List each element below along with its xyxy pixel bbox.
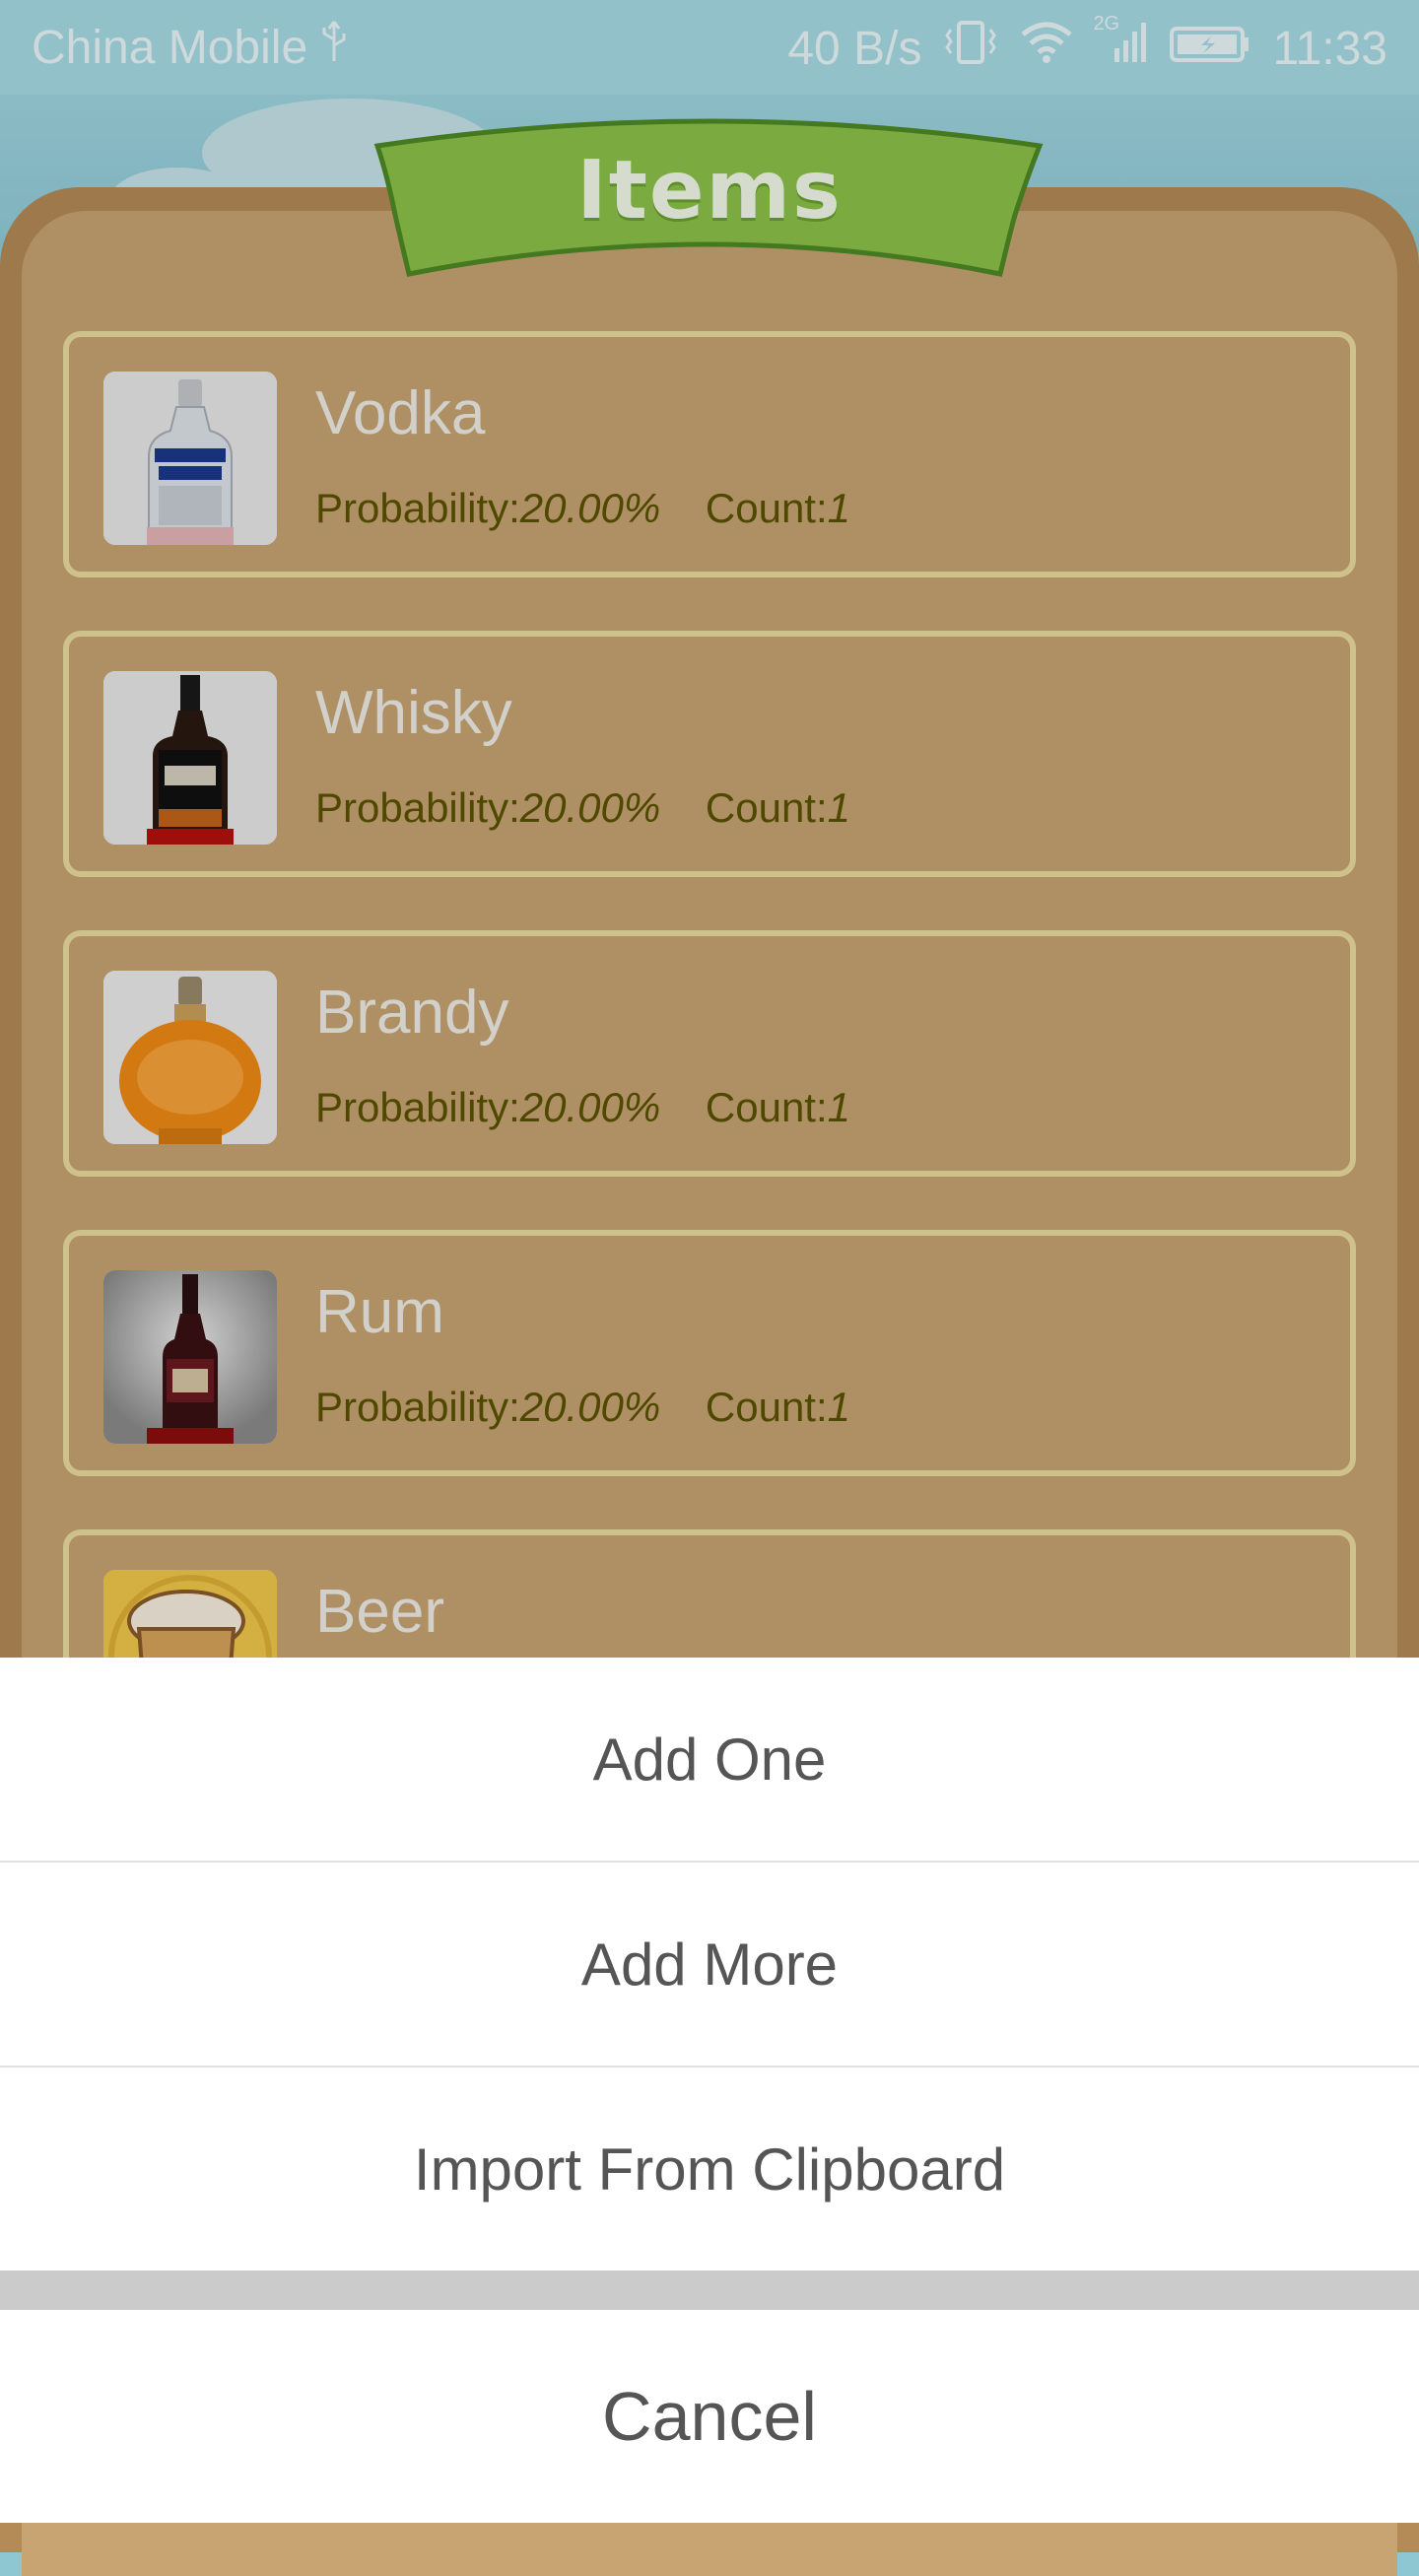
probability-label: Probability:	[315, 1084, 520, 1130]
count-label: Count:	[705, 1084, 828, 1130]
probability-label: Probability:	[315, 1384, 520, 1430]
probability-value: 20.00%	[519, 1384, 661, 1430]
brandy-bottle-image	[103, 971, 277, 1144]
item-meta: Probability:20.00% Count:1	[315, 1084, 850, 1131]
count-value: 1	[827, 1084, 850, 1130]
status-bar: China Mobile 40 B/s 2G 11:33	[0, 0, 1419, 95]
add-one-button[interactable]: Add One	[0, 1658, 1419, 1861]
list-item[interactable]: Whisky Probability:20.00% Count:1	[63, 631, 1356, 877]
wifi-icon	[1020, 21, 1073, 76]
page-title: Items	[576, 143, 843, 237]
carrier-name: China Mobile	[32, 21, 308, 74]
sheet-gap-divider	[0, 2271, 1419, 2310]
item-meta: Probability:20.00% Count:1	[315, 784, 850, 832]
cell-signal-icon: 2G	[1093, 13, 1148, 76]
probability-label: Probability:	[315, 485, 520, 531]
item-name: Vodka	[315, 379, 486, 447]
item-meta: Probability:20.00% Count:1	[315, 485, 850, 532]
list-item[interactable]: Rum Probability:20.00% Count:1	[63, 1230, 1356, 1476]
item-meta: Probability:20.00% Count:1	[315, 1384, 850, 1431]
vodka-bottle-image	[103, 372, 277, 545]
list-item[interactable]: Vodka Probability:20.00% Count:1	[63, 331, 1356, 577]
count-label: Count:	[705, 1384, 828, 1430]
item-name: Rum	[315, 1278, 444, 1346]
network-speed: 40 B/s	[787, 22, 922, 75]
count-value: 1	[827, 784, 850, 831]
rum-bottle-image	[103, 1270, 277, 1444]
battery-charging-icon	[1170, 22, 1250, 76]
cancel-button[interactable]: Cancel	[0, 2310, 1419, 2523]
probability-value: 20.00%	[519, 485, 661, 531]
item-name: Whisky	[315, 679, 512, 747]
item-name: Brandy	[315, 979, 509, 1047]
count-value: 1	[827, 485, 850, 531]
probability-value: 20.00%	[519, 784, 661, 831]
add-more-button[interactable]: Add More	[0, 1863, 1419, 2066]
vibrate-icon	[943, 20, 998, 77]
title-banner: Items	[370, 116, 1049, 284]
usb-icon	[319, 20, 349, 75]
list-item[interactable]: Brandy Probability:20.00% Count:1	[63, 930, 1356, 1177]
probability-label: Probability:	[315, 784, 520, 831]
probability-value: 20.00%	[519, 1084, 661, 1130]
clock: 11:33	[1272, 22, 1387, 75]
count-label: Count:	[705, 485, 828, 531]
action-sheet: Add One Add More Import From Clipboard C…	[0, 1658, 1419, 2523]
count-value: 1	[827, 1384, 850, 1430]
item-name: Beer	[315, 1578, 444, 1646]
network-type-label: 2G	[1093, 13, 1120, 34]
count-label: Count:	[705, 784, 828, 831]
import-from-clipboard-button[interactable]: Import From Clipboard	[0, 2068, 1419, 2271]
whisky-bottle-image	[103, 671, 277, 845]
